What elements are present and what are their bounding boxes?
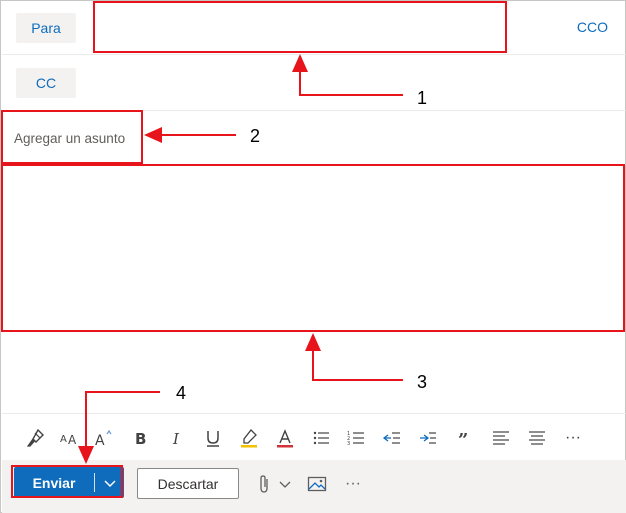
callout-1: 1: [417, 88, 428, 108]
svg-text:I: I: [172, 430, 180, 448]
action-bar: Enviar Descartar ···: [2, 460, 626, 513]
svg-text:3: 3: [347, 441, 350, 447]
svg-text:A: A: [68, 433, 77, 447]
send-label[interactable]: Enviar: [14, 467, 94, 498]
subject-row: [2, 111, 626, 165]
to-row: Para CCO: [2, 2, 626, 55]
svg-text:”: ”: [458, 430, 468, 448]
align-center-icon[interactable]: [525, 426, 549, 450]
more-options-icon[interactable]: ···: [561, 426, 585, 450]
subject-input[interactable]: [2, 111, 144, 165]
decrease-indent-icon[interactable]: [380, 426, 404, 450]
underline-icon[interactable]: [201, 426, 225, 450]
message-body[interactable]: [2, 165, 626, 333]
increase-indent-icon[interactable]: [416, 426, 440, 450]
font-color-icon[interactable]: [273, 426, 297, 450]
compose-pane: Para CCO CC AA A B I: [0, 0, 626, 513]
format-painter-icon[interactable]: [23, 426, 47, 450]
to-button[interactable]: Para: [16, 13, 76, 43]
to-input[interactable]: [95, 2, 508, 54]
more-actions-icon[interactable]: ···: [343, 473, 363, 495]
attach-chevron-down-icon[interactable]: [277, 473, 293, 495]
svg-text:B: B: [135, 430, 146, 448]
svg-text:A: A: [95, 433, 105, 448]
bold-icon[interactable]: B: [129, 426, 153, 450]
callout-2: 2: [250, 126, 261, 146]
font-size-icon[interactable]: AA: [57, 426, 81, 450]
send-divider: [94, 473, 95, 492]
superscript-font-icon[interactable]: A: [92, 426, 116, 450]
discard-button[interactable]: Descartar: [137, 468, 239, 499]
callout-3: 3: [417, 372, 428, 392]
quote-icon[interactable]: ”: [452, 426, 476, 450]
svg-text:A: A: [60, 434, 67, 445]
send-button[interactable]: Enviar: [14, 467, 124, 498]
numbering-icon[interactable]: 123: [344, 426, 368, 450]
chevron-down-icon[interactable]: [95, 467, 124, 498]
insert-picture-icon[interactable]: [307, 473, 327, 495]
callout-4: 4: [176, 383, 187, 403]
message-body-area: [2, 165, 626, 413]
italic-icon[interactable]: I: [165, 426, 189, 450]
cc-row: CC: [2, 55, 626, 111]
bullets-icon[interactable]: [309, 426, 333, 450]
paperclip-icon[interactable]: [255, 473, 273, 495]
align-left-icon[interactable]: [489, 426, 513, 450]
highlight-icon[interactable]: [237, 426, 261, 450]
bcc-link[interactable]: CCO: [577, 19, 608, 35]
cc-button[interactable]: CC: [16, 68, 76, 98]
formatting-toolbar: AA A B I 123 ” ···: [2, 413, 626, 460]
